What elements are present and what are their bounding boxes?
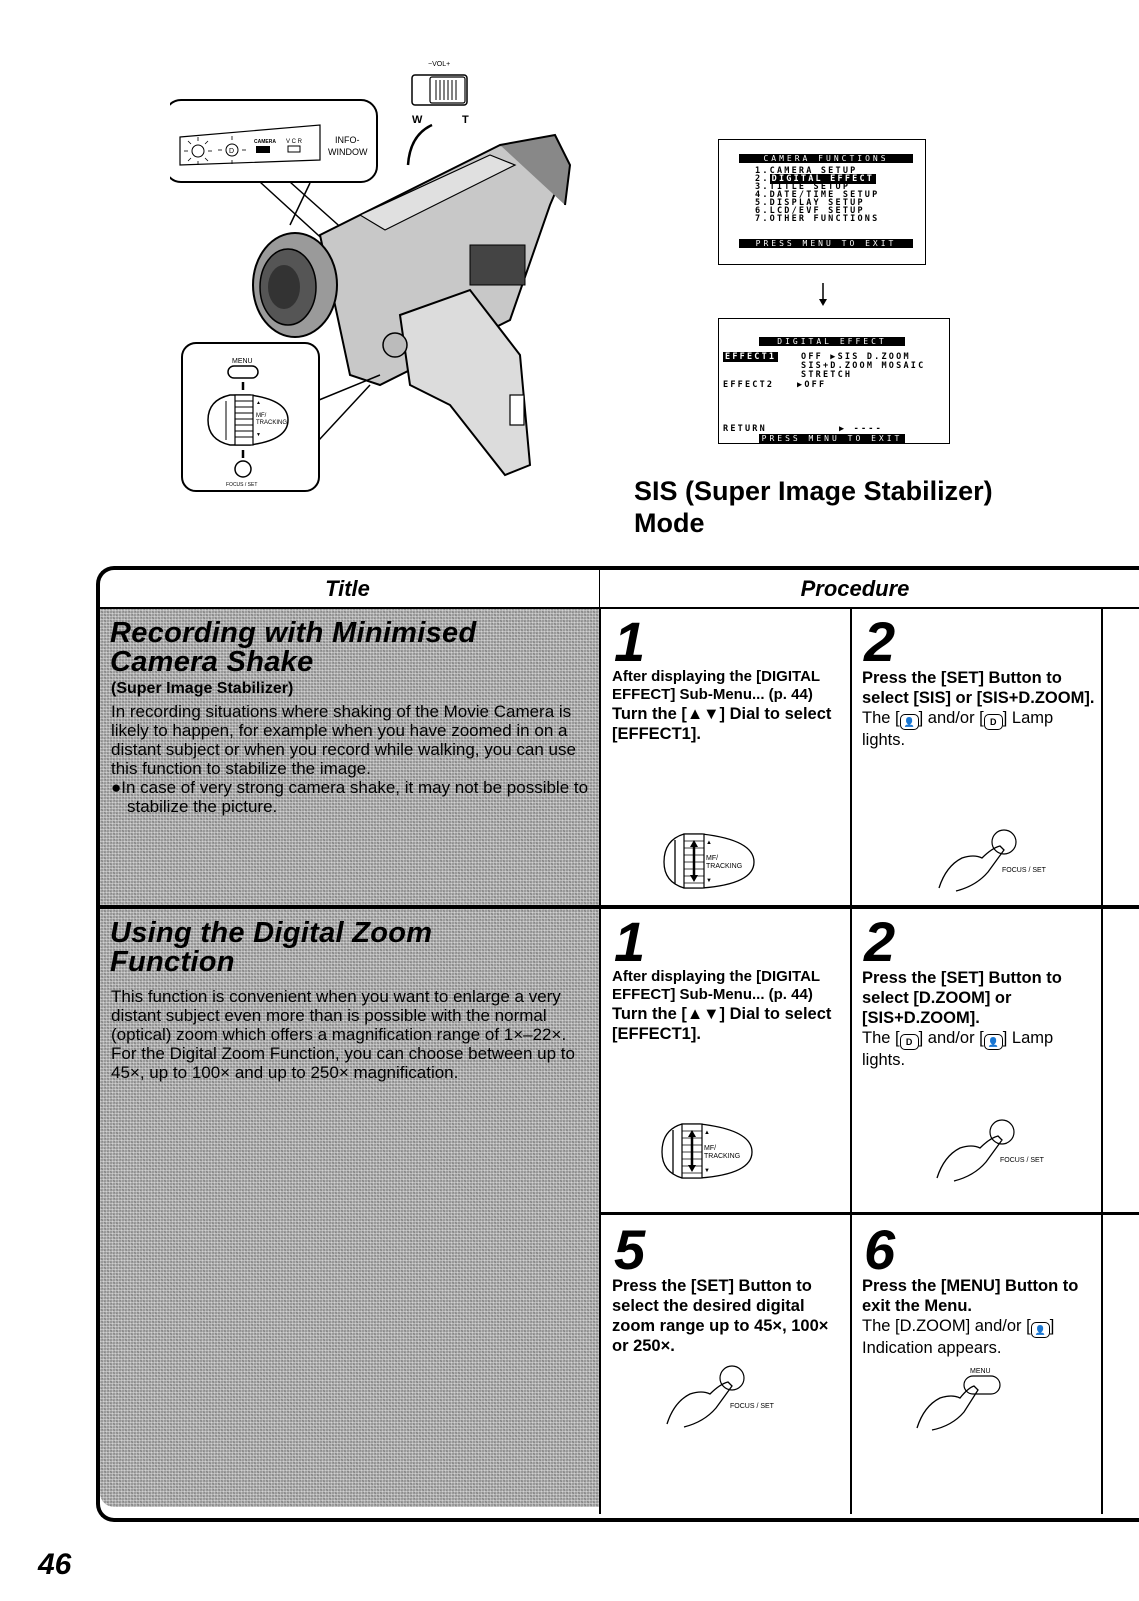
svg-text:FOCUS / SET: FOCUS / SET <box>1002 867 1047 874</box>
menu-label: MENU <box>232 358 253 365</box>
svg-text:▲: ▲ <box>706 840 712 846</box>
column-header-title: Title <box>325 576 370 601</box>
step-note: The [D.ZOOM] and/or [👤] Indication appea… <box>862 1317 1055 1357</box>
svg-text:▼: ▼ <box>706 878 712 884</box>
lcd-submenu-footer: PRESS MENU TO EXIT <box>759 434 905 443</box>
lcd-menu-items: 1.CAMERA SETUP 2. DIGITAL EFFECT 3.TITLE … <box>755 167 880 224</box>
zoom-lever-icon: −VOL+ W T <box>406 61 469 166</box>
step-number: 1 <box>614 910 646 973</box>
row-description: In recording situations where shaking of… <box>111 702 576 778</box>
svg-text:▼: ▼ <box>256 432 261 438</box>
return-value: ▶ ---- <box>839 424 883 434</box>
row-description: This function is convenient when you wan… <box>111 987 575 1082</box>
step-r2-5: 5 Press the [SET] Button to select the d… <box>612 1218 848 1428</box>
step-r1-1: 1 After displaying the [DIGITAL EFFECT] … <box>612 610 848 889</box>
heading-line-2: Mode <box>634 508 705 538</box>
svg-text:▲: ▲ <box>256 400 261 406</box>
info-label-1: INFO- <box>335 135 360 145</box>
sis-indication-icon: 👤 <box>1030 1322 1050 1338</box>
svg-text:FOCUS / SET: FOCUS / SET <box>1000 1157 1045 1164</box>
column-header-procedure: Procedure <box>800 576 910 601</box>
dial-label-2: TRACKING <box>256 420 287 426</box>
svg-text:V C R: V C R <box>286 139 303 145</box>
effect2-label: EFFECT2 <box>723 380 775 390</box>
svg-text:FOCUS / SET: FOCUS / SET <box>730 1403 775 1410</box>
page-number: 46 <box>38 1548 72 1581</box>
info-label-2: WINDOW <box>328 147 368 157</box>
row-note: ●In case of very strong camera shake, it… <box>111 778 589 816</box>
mf-tracking-dial-icon: ▲ MF/ TRACKING ▼ <box>661 1123 753 1179</box>
lcd-menu-footer: PRESS MENU TO EXIT <box>739 239 913 248</box>
row-subtitle: (Super Image Stabilizer) <box>111 680 294 697</box>
vcr-lamp-icon: V C R <box>286 139 303 153</box>
row-title-digital-zoom: Using the Digital Zoom Function This fun… <box>100 909 600 1507</box>
step-number: 5 <box>614 1218 646 1281</box>
row-title-sis: Recording with Minimised Camera Shake (S… <box>100 609 600 905</box>
heading-line-1: SIS (Super Image Stabilizer) <box>634 476 993 506</box>
focus-set-label: FOCUS / SET <box>226 482 257 488</box>
step-number: 2 <box>864 610 896 673</box>
row-title-heading: Recording with Minimised Camera Shake <box>110 617 477 678</box>
hand-pressing-focus-set-icon: FOCUS / SET <box>666 1365 775 1428</box>
effect1-options-3: STRETCH <box>801 370 853 380</box>
mf-tracking-dial-icon: ▲ MF/ TRACKING ▼ <box>207 394 289 446</box>
menu-button-icon <box>227 365 259 379</box>
hand-pressing-focus-set-icon: FOCUS / SET <box>936 1119 1045 1182</box>
svg-text:MF/: MF/ <box>706 855 718 862</box>
dial-label-1: MF/ <box>256 413 267 419</box>
zoom-w-label: W <box>412 114 423 126</box>
section-heading: SIS (Super Image Stabilizer) Mode <box>634 475 993 539</box>
sis-lamp-icon: 👤 <box>899 714 919 730</box>
lcd-submenu-title: DIGITAL EFFECT <box>759 337 905 346</box>
table-header: Title Procedure <box>96 570 1139 609</box>
mf-tracking-dial-icon: ▲ MF/ TRACKING ▼ <box>663 833 755 889</box>
lcd-camera-functions-menu: CAMERA FUNCTIONS 1.CAMERA SETUP 2. DIGITA… <box>718 139 926 265</box>
arrow-down-icon <box>819 283 827 306</box>
vol-label: −VOL+ <box>428 61 450 68</box>
d-lamp-icon: D <box>983 714 1003 730</box>
zoom-t-label: T <box>462 114 469 126</box>
svg-text:MF/: MF/ <box>704 1145 716 1152</box>
svg-text:D: D <box>229 148 234 155</box>
svg-text:MENU: MENU <box>970 1368 991 1375</box>
effect2-value: ▶OFF <box>797 380 827 390</box>
hand-pressing-menu-button-icon: MENU <box>916 1368 1001 1431</box>
step-number: 6 <box>864 1218 896 1281</box>
lcd-menu-title: CAMERA FUNCTIONS <box>739 154 913 163</box>
step-note: The [👤] and/or [D] Lamp lights. <box>862 709 1054 749</box>
svg-text:TRACKING: TRACKING <box>704 1153 740 1160</box>
step-number: 1 <box>614 610 646 673</box>
lcd-digital-effect-menu: DIGITAL EFFECT EFFECT1 OFF ▶SIS D.ZOOM S… <box>718 318 950 444</box>
step-number: 2 <box>864 910 896 973</box>
procedure-table: Title Procedure Recording with Minimised… <box>96 566 1139 1522</box>
row-divider <box>601 1212 1139 1215</box>
svg-text:▼: ▼ <box>704 1168 710 1174</box>
focus-set-button-icon <box>234 460 252 478</box>
step-r1-2: 2 Press the [SET] Button to select [SIS]… <box>862 610 1098 892</box>
camcorder-illustration: −VOL+ W T D CAMERA V C R INFO- WINDOW ME… <box>170 61 572 492</box>
row-divider <box>100 905 1139 909</box>
sis-lamp-icon: 👤 <box>983 1034 1003 1050</box>
d-lamp-icon: D <box>899 1034 919 1050</box>
svg-text:CAMERA: CAMERA <box>254 139 276 145</box>
step-note: The [D] and/or [👤] Lamp lights. <box>862 1029 1054 1069</box>
step-r2-2: 2 Press the [SET] Button to select [D.ZO… <box>862 910 1098 1182</box>
lcd-menu-item: 7.OTHER FUNCTIONS <box>755 214 880 224</box>
step-r2-1: 1 After displaying the [DIGITAL EFFECT] … <box>612 910 848 1179</box>
row-title-heading: Using the Digital Zoom Function <box>110 917 433 978</box>
svg-text:TRACKING: TRACKING <box>706 863 742 870</box>
effect1-label: EFFECT1 <box>723 352 779 362</box>
hand-pressing-focus-set-icon: FOCUS / SET <box>938 829 1047 892</box>
return-label: RETURN <box>723 424 767 434</box>
step-r2-6: 6 Press the [MENU] Button to exit the Me… <box>862 1218 1098 1431</box>
svg-text:▲: ▲ <box>704 1130 710 1136</box>
